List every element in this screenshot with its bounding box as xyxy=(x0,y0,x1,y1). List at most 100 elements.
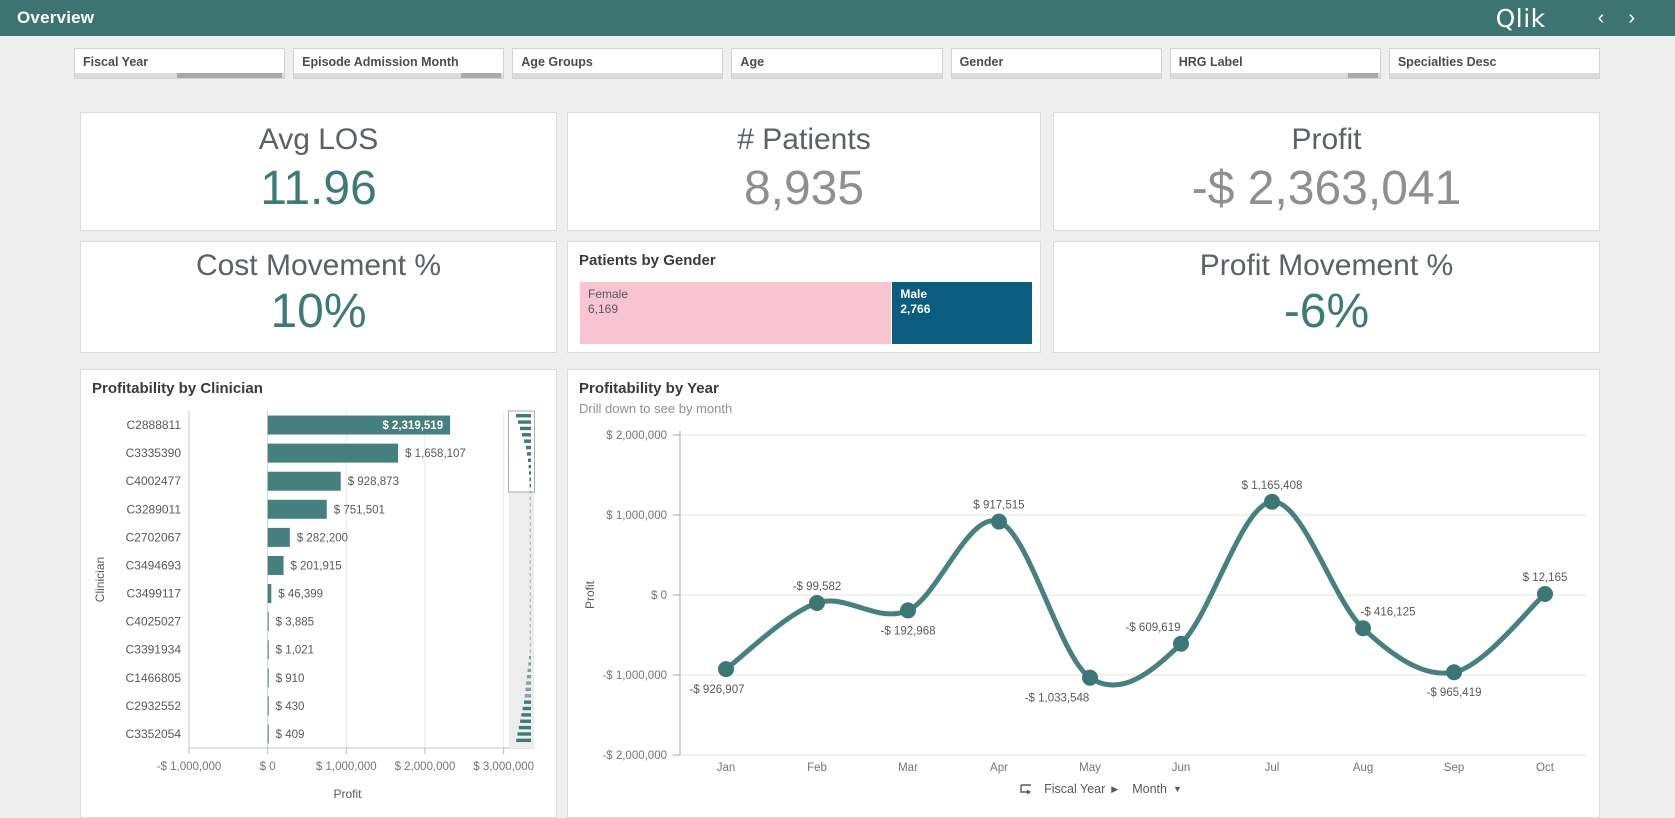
filter-label: Specialties Desc xyxy=(1397,55,1497,69)
bar[interactable] xyxy=(267,612,269,632)
x-tick-label: Mar xyxy=(898,762,918,774)
prev-sheet-icon[interactable]: ‹ xyxy=(1586,8,1617,28)
filter-gender[interactable]: Gender xyxy=(950,48,1162,79)
data-point[interactable] xyxy=(1537,586,1553,603)
data-point[interactable] xyxy=(1355,620,1371,637)
bar[interactable] xyxy=(267,527,290,547)
minimap-bar xyxy=(529,477,531,482)
minimap-bar xyxy=(522,706,531,711)
data-point[interactable] xyxy=(1446,664,1462,681)
segment-value: 2,766 xyxy=(900,302,931,316)
bar-value-label: $ 1,021 xyxy=(276,645,314,657)
data-point[interactable] xyxy=(809,594,825,611)
minimap-bar xyxy=(517,732,531,736)
minimap-bar xyxy=(524,694,531,698)
bar-value-label: $ 3,885 xyxy=(276,617,314,629)
minimap-bar xyxy=(526,681,531,685)
point-value-label: -$ 965,419 xyxy=(1427,687,1482,699)
treemap-segment-male[interactable]: Male 2,766 xyxy=(892,282,1032,344)
kpi-profit: Profit -$ 2,363,041 xyxy=(1053,112,1600,231)
minimap-bar xyxy=(529,522,531,526)
line-chart[interactable]: $ 2,000,000 $ 1,000,000 $ 0 -$ 1,000,000 -$ … xyxy=(568,370,1599,817)
minimap-bar xyxy=(529,541,531,545)
data-point[interactable] xyxy=(1264,493,1280,510)
x-tick-label: Feb xyxy=(807,762,827,774)
minimap-bar xyxy=(529,604,531,609)
bar[interactable] xyxy=(267,443,399,463)
bar[interactable] xyxy=(267,696,269,716)
drill-down-icon[interactable] xyxy=(1019,783,1034,796)
minimap-bar xyxy=(518,725,531,730)
bar[interactable] xyxy=(267,499,327,519)
bar[interactable] xyxy=(267,471,341,491)
minimap-bar xyxy=(529,611,531,615)
x-tick-label: $ 1,000,000 xyxy=(316,761,377,773)
drill-breadcrumb-fiscal-year[interactable]: Fiscal Year xyxy=(1044,782,1105,796)
filter-episode-admission-month[interactable]: Episode Admission Month xyxy=(293,48,505,79)
bar-value-label: $ 201,915 xyxy=(291,560,342,572)
filter-age-groups[interactable]: Age Groups xyxy=(512,48,724,79)
x-tick-label: Jul xyxy=(1265,762,1280,774)
filter-scrollbar-track xyxy=(951,73,1161,78)
bar-value-label: $ 282,200 xyxy=(297,532,348,544)
bar[interactable] xyxy=(267,555,284,575)
minimap-bar xyxy=(529,636,531,641)
next-sheet-icon[interactable]: › xyxy=(1616,8,1647,28)
data-point[interactable] xyxy=(718,661,734,678)
point-value-label: -$ 926,907 xyxy=(690,684,745,696)
x-tick-label: -$ 1,000,000 xyxy=(157,761,222,773)
filter-scrollbar-thumb[interactable] xyxy=(177,73,283,78)
filter-age[interactable]: Age xyxy=(731,48,943,79)
line-series xyxy=(723,499,1548,688)
bar-value-label: $ 2,319,519 xyxy=(382,420,443,432)
data-point[interactable] xyxy=(991,513,1007,530)
minimap-bar xyxy=(529,624,531,628)
filter-label: Fiscal Year xyxy=(83,55,149,69)
filter-scrollbar-thumb[interactable] xyxy=(461,73,502,78)
treemap-segment-female[interactable]: Female 6,169 xyxy=(580,282,892,344)
filter-specialties-desc[interactable]: Specialties Desc xyxy=(1388,48,1600,79)
drill-current-month[interactable]: Month xyxy=(1132,782,1167,796)
sheet-title: Overview xyxy=(17,8,95,27)
filter-fiscal-year[interactable]: Fiscal Year xyxy=(74,48,286,79)
bar[interactable] xyxy=(267,668,269,688)
minimap-bar xyxy=(529,509,531,513)
minimap-bar xyxy=(529,560,531,564)
y-axis-title: Clinician xyxy=(93,557,107,602)
kpi-title: Avg LOS xyxy=(258,123,379,156)
category-label: C4002477 xyxy=(126,474,182,488)
chevron-right-icon[interactable]: ▶ xyxy=(1111,784,1118,795)
minimap-bar xyxy=(529,630,531,634)
bar[interactable] xyxy=(267,724,269,744)
filter-scrollbar-track xyxy=(732,73,942,78)
x-tick-label: $ 2,000,000 xyxy=(395,761,456,773)
filter-hrg-label[interactable]: HRG Label xyxy=(1169,48,1381,79)
kpi-value: -$ 2,363,041 xyxy=(1191,162,1462,215)
minimap-bar xyxy=(529,554,531,558)
x-tick-label: Aug xyxy=(1353,762,1373,774)
bar-chart[interactable]: -$ 1,000,000 $ 0 $ 1,000,000 $ 2,000,000 $ 3… xyxy=(81,370,556,817)
bar-value-label: $ 1,658,107 xyxy=(405,448,466,460)
data-point[interactable] xyxy=(1082,669,1098,686)
chevron-down-icon[interactable]: ▼ xyxy=(1173,784,1182,794)
minimap-bar xyxy=(527,668,531,673)
minimap-bar xyxy=(527,452,531,456)
minimap-bar xyxy=(529,528,531,532)
minimap-bar xyxy=(516,738,531,743)
filter-scrollbar-thumb[interactable] xyxy=(1348,73,1378,78)
minimap-bar xyxy=(525,687,531,692)
data-point[interactable] xyxy=(900,602,916,619)
minimap-bar xyxy=(529,649,531,653)
x-tick-label: May xyxy=(1079,762,1101,774)
x-tick-label: Jun xyxy=(1172,762,1191,774)
bar[interactable] xyxy=(267,640,269,660)
bar[interactable] xyxy=(267,584,272,604)
minimap-bar xyxy=(520,426,531,431)
kpi-cost-movement: Cost Movement % 10% xyxy=(80,241,557,353)
category-label: C3335390 xyxy=(126,446,182,460)
segment-value: 6,169 xyxy=(588,302,619,316)
minimap-bar xyxy=(529,573,531,577)
data-point[interactable] xyxy=(1173,635,1189,652)
category-label: C1466805 xyxy=(126,671,182,685)
kpi-value: 8,935 xyxy=(743,162,865,215)
